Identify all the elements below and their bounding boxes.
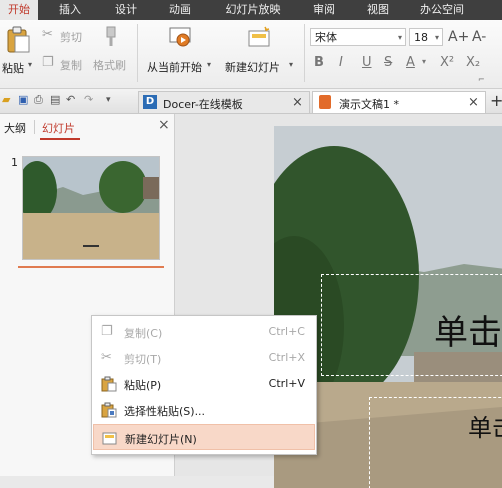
subtitle-placeholder[interactable]: 单击 bbox=[369, 397, 502, 488]
menu-tab-animation[interactable]: 动画 bbox=[160, 0, 200, 20]
undo-icon[interactable]: ↶ bbox=[66, 94, 78, 106]
print-icon[interactable]: ⎙ bbox=[34, 94, 46, 106]
menu-item-shortcut: Ctrl+C bbox=[268, 325, 305, 338]
strikethrough-button[interactable]: S bbox=[384, 55, 392, 70]
tab-docer-templates[interactable]: D Docer-在线模板 × bbox=[138, 91, 310, 113]
from-current-dropdown-icon[interactable]: ▾ bbox=[207, 60, 211, 69]
projector-icon bbox=[169, 27, 191, 47]
new-slide-icon bbox=[248, 26, 270, 47]
print-preview-icon[interactable]: ▤ bbox=[50, 94, 62, 106]
menu-tab-insert[interactable]: 插入 bbox=[52, 0, 88, 20]
paste-dropdown-icon[interactable]: ▾ bbox=[28, 60, 32, 69]
copy-label: 复制 bbox=[60, 59, 82, 72]
menu-tab-start[interactable]: 开始 bbox=[0, 0, 38, 20]
menu-bar: 开始 插入 设计 动画 幻灯片放映 审阅 视图 办公空间 bbox=[0, 0, 502, 20]
customize-toolbar-icon[interactable]: ▾ bbox=[106, 94, 118, 106]
superscript-button[interactable]: X² bbox=[440, 55, 454, 70]
slide-thumbnail-image bbox=[23, 157, 159, 259]
menu-tab-slideshow[interactable]: 幻灯片放映 bbox=[216, 0, 290, 20]
scissors-icon: ✂ bbox=[42, 27, 53, 42]
menu-item-label: 复制(C) bbox=[124, 327, 163, 340]
format-painter-label: 格式刷 bbox=[93, 59, 126, 72]
cut-label: 剪切 bbox=[60, 31, 82, 44]
paste-button[interactable]: 粘贴 ▾ bbox=[2, 24, 38, 82]
copy-icon: ❐ bbox=[42, 55, 54, 70]
ribbon: 粘贴 ▾ ✂ 剪切 ❐ 复制 格式刷 从当前开始 ▾ 新建幻灯片 ▾ 宋体 ▾ … bbox=[0, 20, 502, 89]
menu-tab-office-space[interactable]: 办公空间 bbox=[412, 0, 472, 20]
underline-button[interactable]: U bbox=[362, 55, 372, 70]
subscript-button[interactable]: X₂ bbox=[466, 55, 480, 70]
paste-icon bbox=[7, 26, 30, 53]
document-tab-bar: ▰ ▣ ⎙ ▤ ↶ ↷ ▾ D Docer-在线模板 × 演示文稿1 * × + bbox=[0, 89, 502, 114]
close-icon[interactable]: × bbox=[468, 95, 479, 110]
tab-label: Docer-在线模板 bbox=[163, 98, 243, 111]
font-color-button[interactable]: A bbox=[406, 55, 415, 70]
paste-icon bbox=[101, 376, 117, 392]
redo-icon[interactable]: ↷ bbox=[84, 94, 96, 106]
font-name-select[interactable]: 宋体 ▾ bbox=[310, 28, 406, 46]
menu-item-paste-special[interactable]: 选择性粘贴(S)... bbox=[93, 397, 315, 423]
new-slide-label: 新建幻灯片 bbox=[225, 61, 280, 74]
font-dialog-launcher-icon[interactable]: ⌐ bbox=[478, 75, 485, 84]
menu-tab-view[interactable]: 视图 bbox=[358, 0, 398, 20]
insertion-line bbox=[18, 266, 164, 268]
slide-number: 1 bbox=[11, 156, 18, 169]
tab-presentation-1[interactable]: 演示文稿1 * × bbox=[312, 91, 486, 113]
copy-button[interactable]: ❐ 复制 bbox=[42, 54, 90, 72]
menu-item-shortcut: Ctrl+X bbox=[268, 351, 305, 364]
brush-icon bbox=[106, 26, 116, 46]
menu-item-shortcut: Ctrl+V bbox=[268, 377, 305, 390]
from-current-label: 从当前开始 bbox=[147, 61, 202, 74]
new-slide-icon bbox=[102, 432, 117, 445]
grow-font-button[interactable]: A+ bbox=[448, 29, 469, 45]
menu-item-label: 粘贴(P) bbox=[124, 379, 162, 392]
new-slide-dropdown-icon[interactable]: ▾ bbox=[289, 60, 293, 69]
close-icon[interactable]: × bbox=[158, 117, 170, 133]
font-size-value: 18 bbox=[414, 31, 428, 44]
menu-item-new-slide[interactable]: 新建幻灯片(N) bbox=[93, 424, 315, 450]
ribbon-separator bbox=[137, 24, 138, 82]
menu-item-label: 选择性粘贴(S)... bbox=[124, 405, 206, 418]
chevron-down-icon: ▾ bbox=[434, 33, 439, 42]
context-menu: ❐ 复制(C) Ctrl+C ✂ 剪切(T) Ctrl+X 粘贴(P) Ctrl… bbox=[91, 315, 317, 455]
from-current-button[interactable]: 从当前开始 ▾ bbox=[144, 24, 218, 82]
shrink-font-button[interactable]: A- bbox=[472, 29, 486, 45]
copy-icon: ❐ bbox=[101, 324, 113, 339]
close-icon[interactable]: × bbox=[292, 95, 303, 110]
font-size-select[interactable]: 18 ▾ bbox=[409, 28, 443, 46]
new-slide-button[interactable]: 新建幻灯片 ▾ bbox=[222, 24, 300, 82]
title-placeholder[interactable]: 单击 bbox=[321, 274, 502, 376]
menu-item-paste[interactable]: 粘贴(P) Ctrl+V bbox=[93, 371, 315, 397]
subtitle-placeholder-text: 单击 bbox=[468, 414, 502, 442]
menu-item-label: 剪切(T) bbox=[124, 353, 162, 366]
font-color-dropdown-icon[interactable]: ▾ bbox=[422, 57, 426, 66]
docer-icon: D bbox=[143, 95, 157, 109]
tab-label: 演示文稿1 * bbox=[339, 98, 399, 111]
menu-tab-review[interactable]: 审阅 bbox=[304, 0, 344, 20]
italic-button[interactable]: I bbox=[339, 55, 343, 70]
save-icon[interactable]: ▣ bbox=[18, 94, 30, 106]
menu-item-label: 新建幻灯片(N) bbox=[125, 433, 197, 446]
tab-divider bbox=[34, 120, 35, 134]
paste-label: 粘贴 bbox=[2, 62, 24, 75]
menu-tab-design[interactable]: 设计 bbox=[106, 0, 146, 20]
chevron-down-icon: ▾ bbox=[397, 33, 402, 42]
paste-special-icon bbox=[101, 402, 117, 418]
open-icon[interactable]: ▰ bbox=[2, 94, 14, 106]
tab-outline[interactable]: 大纲 bbox=[4, 120, 26, 136]
font-name-value: 宋体 bbox=[315, 31, 337, 44]
cut-button[interactable]: ✂ 剪切 bbox=[42, 26, 90, 44]
title-placeholder-text: 单击 bbox=[434, 313, 502, 353]
active-tab-underline bbox=[40, 138, 80, 140]
tab-slides[interactable]: 幻灯片 bbox=[42, 120, 75, 136]
slide-thumbnail[interactable] bbox=[22, 156, 160, 260]
menu-item-cut[interactable]: ✂ 剪切(T) Ctrl+X bbox=[93, 345, 315, 371]
scissors-icon: ✂ bbox=[101, 350, 112, 365]
menu-item-copy[interactable]: ❐ 复制(C) Ctrl+C bbox=[93, 319, 315, 345]
presentation-file-icon bbox=[319, 95, 331, 109]
bold-button[interactable]: B bbox=[314, 55, 324, 70]
new-tab-button[interactable]: + bbox=[490, 91, 502, 110]
ribbon-separator bbox=[304, 24, 305, 82]
